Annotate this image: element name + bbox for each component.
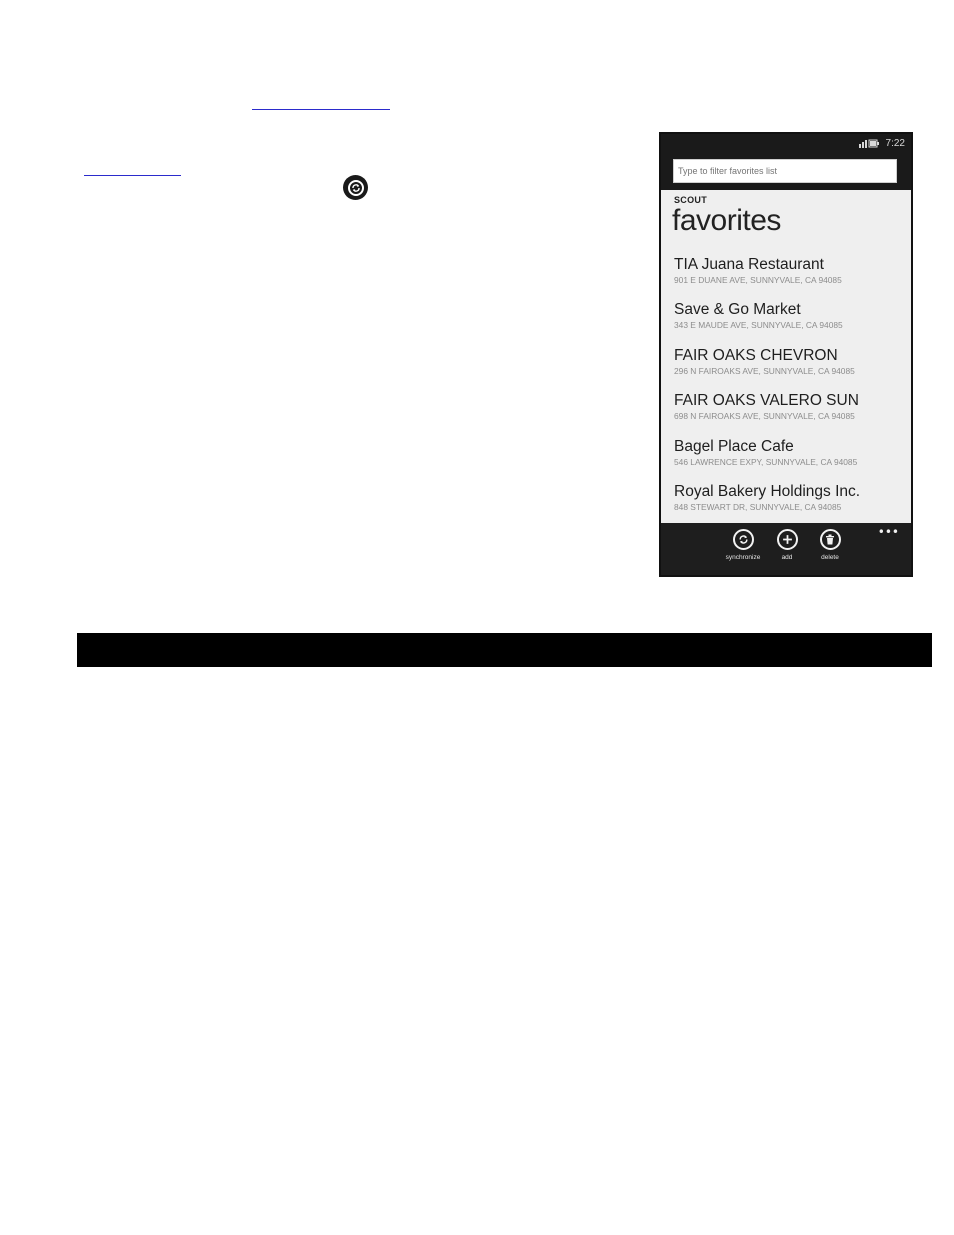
phone-screenshot: 7:22 SCOUT favorites TIA Juana Restauran… [659,132,913,577]
list-item[interactable]: Bagel Place Cafe 546 LAWRENCE EXPY, SUNN… [674,438,904,483]
app-bar: synchronize add delete ••• [661,523,911,575]
favorite-name: FAIR OAKS CHEVRON [674,346,838,364]
document-page: 7:22 SCOUT favorites TIA Juana Restauran… [0,0,954,1235]
synchronize-button[interactable]: synchronize [718,529,768,561]
list-item[interactable]: Save & Go Market 343 E MAUDE AVE, SUNNYV… [674,301,904,346]
favorite-name: Royal Bakery Holdings Inc. [674,482,861,500]
list-item[interactable]: TIA Juana Restaurant 901 E DUANE AVE, SU… [674,256,904,301]
favorite-address: 698 N FAIROAKS AVE, SUNNYVALE, CA 94085 [674,411,855,422]
favorite-address: 343 E MAUDE AVE, SUNNYVALE, CA 94085 [674,320,843,331]
battery-signal-icon [859,139,879,148]
document-link-2[interactable] [84,160,181,176]
more-dots-icon[interactable]: ••• [878,525,899,539]
favorite-name: Save & Go Market [674,301,801,319]
filter-area [661,154,911,190]
favorite-address: 296 N FAIROAKS AVE, SUNNYVALE, CA 94085 [674,365,855,376]
delete-label: delete [821,554,839,561]
favorite-name: FAIR OAKS VALERO SUN [674,392,859,410]
list-item[interactable]: FAIR OAKS CHEVRON 296 N FAIROAKS AVE, SU… [674,347,904,392]
list-item[interactable]: FAIR OAKS VALERO SUN 698 N FAIROAKS AVE,… [674,392,904,437]
filter-favorites-input[interactable] [673,159,897,183]
favorites-page: SCOUT favorites TIA Juana Restaurant 901… [661,190,911,523]
black-bar [77,633,932,667]
sync-icon [343,175,368,200]
favorite-address: 546 LAWRENCE EXPY, SUNNYVALE, CA 94085 [674,456,858,467]
synchronize-label: synchronize [725,554,761,561]
trash-icon [819,529,841,550]
favorites-list: TIA Juana Restaurant 901 E DUANE AVE, SU… [674,256,904,523]
favorite-address: 901 E DUANE AVE, SUNNYVALE, CA 94085 [674,275,842,285]
status-time: 7:22 [885,138,905,149]
favorite-address: 848 STEWART DR, SUNNYVALE, CA 94085 [674,501,842,512]
status-bar: 7:22 [661,134,911,154]
page-title: favorites [672,204,781,237]
list-item[interactable]: Royal Bakery Holdings Inc. 848 STEWART D… [674,483,904,523]
favorite-name: Bagel Place Cafe [674,437,794,455]
delete-button[interactable]: delete [805,529,855,561]
sync-icon [732,529,754,550]
document-link-1[interactable] [252,94,390,110]
favorite-name: TIA Juana Restaurant [674,256,824,273]
plus-icon [776,529,798,550]
